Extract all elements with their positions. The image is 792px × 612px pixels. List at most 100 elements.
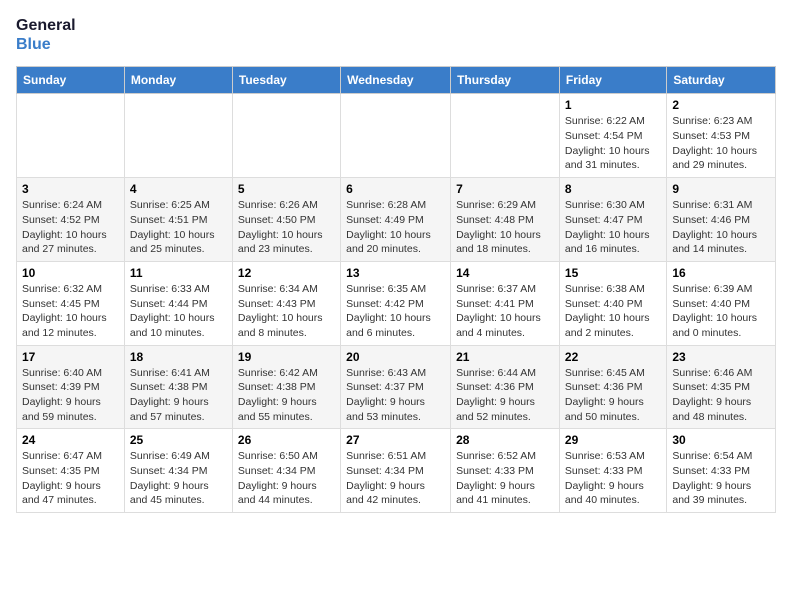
weekday-header: Wednesday (341, 67, 451, 94)
calendar-cell: 6Sunrise: 6:28 AM Sunset: 4:49 PM Daylig… (341, 178, 451, 262)
calendar-cell: 3 Sunrise: 6:24 AM Sunset: 4:52 PM Daylig… (17, 178, 125, 262)
day-number: 3 (22, 182, 119, 196)
day-number: 28 (456, 433, 554, 447)
calendar-cell: 7 Sunrise: 6:29 AM Sunset: 4:48 PM Daylig… (451, 178, 560, 262)
calendar-cell: 11Sunrise: 6:33 AM Sunset: 4:44 PM Dayli… (124, 261, 232, 345)
calendar-week-row: 10 Sunrise: 6:32 AM Sunset: 4:45 PM Dayli… (17, 261, 776, 345)
day-info: Sunrise: 6:31 AM Sunset: 4:46 PM Dayligh… (672, 198, 770, 257)
calendar-cell: 17 Sunrise: 6:40 AM Sunset: 4:39 PM Dayli… (17, 345, 125, 429)
day-info: Sunrise: 6:46 AM Sunset: 4:35 PM Dayligh… (672, 366, 770, 425)
calendar-week-row: 3 Sunrise: 6:24 AM Sunset: 4:52 PM Daylig… (17, 178, 776, 262)
day-number: 8 (565, 182, 661, 196)
day-info: Sunrise: 6:45 AM Sunset: 4:36 PM Dayligh… (565, 366, 661, 425)
day-info: Sunrise: 6:35 AM Sunset: 4:42 PM Dayligh… (346, 282, 445, 341)
day-number: 11 (130, 266, 227, 280)
calendar-cell: 10 Sunrise: 6:32 AM Sunset: 4:45 PM Dayli… (17, 261, 125, 345)
day-number: 18 (130, 350, 227, 364)
day-number: 1 (565, 98, 661, 112)
day-info: Sunrise: 6:32 AM Sunset: 4:45 PM Dayligh… (22, 282, 119, 341)
calendar-cell: 22 Sunrise: 6:45 AM Sunset: 4:36 PM Dayli… (559, 345, 666, 429)
day-info: Sunrise: 6:25 AM Sunset: 4:51 PM Dayligh… (130, 198, 227, 257)
day-info: Sunrise: 6:37 AM Sunset: 4:41 PM Dayligh… (456, 282, 554, 341)
day-info: Sunrise: 6:42 AM Sunset: 4:38 PM Dayligh… (238, 366, 335, 425)
calendar-week-row: 17 Sunrise: 6:40 AM Sunset: 4:39 PM Dayli… (17, 345, 776, 429)
calendar-cell (451, 94, 560, 178)
day-number: 10 (22, 266, 119, 280)
day-number: 13 (346, 266, 445, 280)
day-info: Sunrise: 6:43 AM Sunset: 4:37 PM Dayligh… (346, 366, 445, 425)
day-number: 27 (346, 433, 445, 447)
day-info: Sunrise: 6:51 AM Sunset: 4:34 PM Dayligh… (346, 449, 445, 508)
day-info: Sunrise: 6:39 AM Sunset: 4:40 PM Dayligh… (672, 282, 770, 341)
day-number: 12 (238, 266, 335, 280)
calendar-cell: 1 Sunrise: 6:22 AM Sunset: 4:54 PM Daylig… (559, 94, 666, 178)
day-number: 17 (22, 350, 119, 364)
day-info: Sunrise: 6:22 AM Sunset: 4:54 PM Dayligh… (565, 114, 661, 173)
day-info: Sunrise: 6:54 AM Sunset: 4:33 PM Dayligh… (672, 449, 770, 508)
calendar-cell: 23 Sunrise: 6:46 AM Sunset: 4:35 PM Dayli… (667, 345, 776, 429)
day-number: 14 (456, 266, 554, 280)
day-number: 24 (22, 433, 119, 447)
calendar-table: SundayMondayTuesdayWednesdayThursdayFrid… (16, 66, 776, 513)
day-number: 4 (130, 182, 227, 196)
day-number: 5 (238, 182, 335, 196)
calendar-week-row: 24 Sunrise: 6:47 AM Sunset: 4:35 PM Dayli… (17, 429, 776, 513)
calendar-cell: 26Sunrise: 6:50 AM Sunset: 4:34 PM Dayli… (232, 429, 340, 513)
day-number: 30 (672, 433, 770, 447)
calendar-week-row: 1 Sunrise: 6:22 AM Sunset: 4:54 PM Daylig… (17, 94, 776, 178)
day-number: 7 (456, 182, 554, 196)
day-number: 2 (672, 98, 770, 112)
day-info: Sunrise: 6:52 AM Sunset: 4:33 PM Dayligh… (456, 449, 554, 508)
calendar-cell (17, 94, 125, 178)
calendar-cell: 27 Sunrise: 6:51 AM Sunset: 4:34 PM Dayli… (341, 429, 451, 513)
day-info: Sunrise: 6:50 AM Sunset: 4:34 PM Dayligh… (238, 449, 335, 508)
day-info: Sunrise: 6:38 AM Sunset: 4:40 PM Dayligh… (565, 282, 661, 341)
weekday-header: Monday (124, 67, 232, 94)
calendar-cell: 30 Sunrise: 6:54 AM Sunset: 4:33 PM Dayli… (667, 429, 776, 513)
calendar-cell (124, 94, 232, 178)
day-info: Sunrise: 6:41 AM Sunset: 4:38 PM Dayligh… (130, 366, 227, 425)
calendar-cell (341, 94, 451, 178)
calendar-cell: 20Sunrise: 6:43 AM Sunset: 4:37 PM Dayli… (341, 345, 451, 429)
day-info: Sunrise: 6:40 AM Sunset: 4:39 PM Dayligh… (22, 366, 119, 425)
day-number: 9 (672, 182, 770, 196)
day-info: Sunrise: 6:34 AM Sunset: 4:43 PM Dayligh… (238, 282, 335, 341)
weekday-header: Thursday (451, 67, 560, 94)
page-header: General Blue (16, 16, 776, 54)
day-info: Sunrise: 6:53 AM Sunset: 4:33 PM Dayligh… (565, 449, 661, 508)
day-info: Sunrise: 6:44 AM Sunset: 4:36 PM Dayligh… (456, 366, 554, 425)
day-info: Sunrise: 6:29 AM Sunset: 4:48 PM Dayligh… (456, 198, 554, 257)
day-info: Sunrise: 6:23 AM Sunset: 4:53 PM Dayligh… (672, 114, 770, 173)
day-info: Sunrise: 6:49 AM Sunset: 4:34 PM Dayligh… (130, 449, 227, 508)
day-info: Sunrise: 6:47 AM Sunset: 4:35 PM Dayligh… (22, 449, 119, 508)
calendar-cell: 16Sunrise: 6:39 AM Sunset: 4:40 PM Dayli… (667, 261, 776, 345)
calendar-cell (232, 94, 340, 178)
day-info: Sunrise: 6:30 AM Sunset: 4:47 PM Dayligh… (565, 198, 661, 257)
calendar-cell: 18 Sunrise: 6:41 AM Sunset: 4:38 PM Dayli… (124, 345, 232, 429)
day-number: 29 (565, 433, 661, 447)
calendar-cell: 9 Sunrise: 6:31 AM Sunset: 4:46 PM Daylig… (667, 178, 776, 262)
calendar-cell: 13 Sunrise: 6:35 AM Sunset: 4:42 PM Dayli… (341, 261, 451, 345)
day-number: 15 (565, 266, 661, 280)
calendar-cell: 14 Sunrise: 6:37 AM Sunset: 4:41 PM Dayli… (451, 261, 560, 345)
calendar-cell: 19 Sunrise: 6:42 AM Sunset: 4:38 PM Dayli… (232, 345, 340, 429)
calendar-cell: 24 Sunrise: 6:47 AM Sunset: 4:35 PM Dayli… (17, 429, 125, 513)
weekday-header: Tuesday (232, 67, 340, 94)
weekday-header: Sunday (17, 67, 125, 94)
day-number: 25 (130, 433, 227, 447)
calendar-cell: 8 Sunrise: 6:30 AM Sunset: 4:47 PM Daylig… (559, 178, 666, 262)
calendar-cell: 29 Sunrise: 6:53 AM Sunset: 4:33 PM Dayli… (559, 429, 666, 513)
calendar-cell: 12 Sunrise: 6:34 AM Sunset: 4:43 PM Dayli… (232, 261, 340, 345)
day-info: Sunrise: 6:26 AM Sunset: 4:50 PM Dayligh… (238, 198, 335, 257)
calendar-cell: 28 Sunrise: 6:52 AM Sunset: 4:33 PM Dayli… (451, 429, 560, 513)
day-number: 22 (565, 350, 661, 364)
calendar-cell: 15 Sunrise: 6:38 AM Sunset: 4:40 PM Dayli… (559, 261, 666, 345)
day-info: Sunrise: 6:24 AM Sunset: 4:52 PM Dayligh… (22, 198, 119, 257)
calendar-cell: 4 Sunrise: 6:25 AM Sunset: 4:51 PM Daylig… (124, 178, 232, 262)
day-number: 19 (238, 350, 335, 364)
logo: General Blue (16, 16, 76, 54)
weekday-header: Friday (559, 67, 666, 94)
calendar-cell: 5 Sunrise: 6:26 AM Sunset: 4:50 PM Daylig… (232, 178, 340, 262)
day-info: Sunrise: 6:28 AM Sunset: 4:49 PM Dayligh… (346, 198, 445, 257)
day-number: 23 (672, 350, 770, 364)
